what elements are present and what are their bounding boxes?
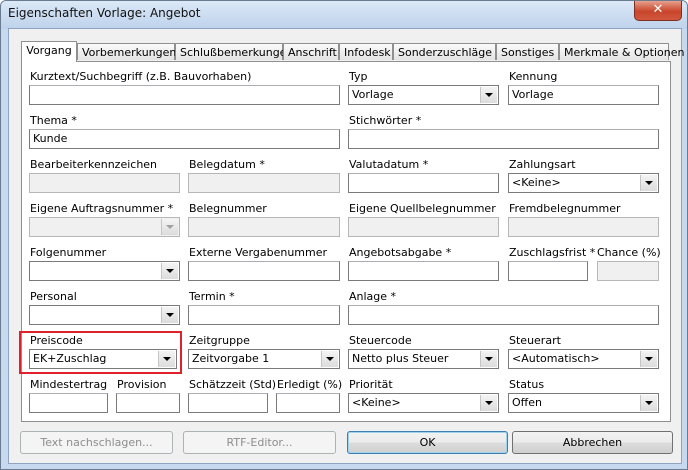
chevron-down-icon[interactable]: [640, 351, 657, 367]
abbrechen-button[interactable]: Abbrechen: [512, 431, 673, 454]
zahlungsart-value: <Keine>: [512, 176, 561, 189]
anlage-input[interactable]: [348, 305, 659, 325]
chevron-down-icon[interactable]: [640, 175, 657, 191]
mindestertrag-label: Mindestertrag: [30, 378, 108, 391]
chevron-down-icon[interactable]: [480, 351, 497, 367]
fremdbelegnummer-input: [508, 217, 659, 237]
tab-sonderzuschlaege[interactable]: Sonderzuschläge: [393, 43, 496, 60]
bearbeiterkennzeichen-label: Bearbeiterkennzeichen: [30, 158, 158, 171]
zahlungsart-select[interactable]: <Keine>: [508, 173, 659, 193]
schaetzzeit-label: Schätzzeit (Std): [189, 378, 277, 391]
ok-button[interactable]: OK: [347, 431, 508, 454]
zeitgruppe-value: Zeitvorgabe 1: [192, 352, 270, 365]
angebotsabgabe-label: Angebotsabgabe *: [349, 246, 452, 259]
preiscode-label: Preiscode: [30, 334, 83, 347]
folgenummer-label: Folgenummer: [30, 246, 107, 259]
kennung-input[interactable]: Vorlage: [508, 85, 659, 105]
belegnummer-input: [188, 217, 340, 237]
thema-label: Thema *: [30, 114, 77, 127]
typ-value: Vorlage: [352, 88, 394, 101]
tab-merkmale-optionen[interactable]: Merkmale & Optionen: [559, 43, 684, 60]
chevron-down-icon[interactable]: [480, 87, 497, 103]
tab-vorgang[interactable]: Vorgang: [21, 41, 77, 62]
termin-input[interactable]: [188, 305, 340, 325]
steuerart-select[interactable]: <Automatisch>: [508, 349, 659, 369]
personal-select[interactable]: [29, 305, 180, 325]
text-nachschlagen-button[interactable]: Text nachschlagen...: [20, 431, 173, 454]
steuercode-select[interactable]: Netto plus Steuer: [348, 349, 499, 369]
personal-label: Personal: [30, 290, 77, 303]
rtf-editor-button[interactable]: RTF-Editor...: [183, 431, 336, 454]
erledigt-input[interactable]: [276, 393, 340, 413]
belegdatum-label: Belegdatum *: [189, 158, 265, 171]
zahlungsart-label: Zahlungsart: [509, 158, 576, 171]
properties-dialog: Eigenschaften Vorlage: Angebot ✕ Vorgang…: [0, 0, 688, 470]
close-icon: ✕: [652, 2, 664, 17]
steuercode-label: Steuercode: [349, 334, 412, 347]
prioritaet-value: <Keine>: [352, 396, 401, 409]
zeitgruppe-select[interactable]: Zeitvorgabe 1: [188, 349, 340, 369]
angebotsabgabe-input[interactable]: [348, 261, 499, 281]
preiscode-select[interactable]: EK+Zuschlag: [29, 349, 177, 369]
belegnummer-label: Belegnummer: [189, 202, 267, 215]
typ-select[interactable]: Vorlage: [348, 85, 499, 105]
eigene-quellbelegnummer-label: Eigene Quellbelegnummer: [349, 202, 496, 215]
bearbeiterkennzeichen-input: [29, 173, 180, 193]
stichwoerter-input[interactable]: [348, 129, 659, 149]
kurztext-label: Kurztext/Suchbegriff (z.B. Bauvorhaben): [30, 70, 252, 83]
termin-label: Termin *: [189, 290, 235, 303]
chance-label: Chance (%): [597, 246, 661, 259]
provision-label: Provision: [117, 378, 167, 391]
folgenummer-select[interactable]: [29, 261, 180, 281]
title-bar[interactable]: Eigenschaften Vorlage: Angebot ✕: [1, 1, 687, 28]
prioritaet-select[interactable]: <Keine>: [348, 393, 499, 413]
status-label: Status: [509, 378, 545, 391]
chevron-down-icon[interactable]: [161, 263, 178, 279]
prioritaet-label: Priorität: [349, 378, 393, 391]
erledigt-label: Erledigt (%): [277, 378, 343, 391]
steuerart-label: Steuerart: [509, 334, 561, 347]
zuschlagsfrist-label: Zuschlagsfrist *: [509, 246, 596, 259]
kurztext-input[interactable]: [29, 85, 340, 105]
steuerart-value: <Automatisch>: [512, 352, 600, 365]
belegdatum-input: [188, 173, 340, 193]
anlage-label: Anlage *: [349, 290, 397, 303]
zuschlagsfrist-input[interactable]: [508, 261, 588, 281]
kennung-label: Kennung: [509, 70, 558, 83]
valutadatum-label: Valutadatum *: [349, 158, 429, 171]
window-title: Eigenschaften Vorlage: Angebot: [8, 6, 201, 20]
chevron-down-icon[interactable]: [321, 351, 338, 367]
tab-sonstiges[interactable]: Sonstiges: [496, 43, 559, 60]
eigene-auftragsnummer-label: Eigene Auftragsnummer *: [30, 202, 174, 215]
chevron-down-icon[interactable]: [640, 395, 657, 411]
tab-schlussbemerkungen[interactable]: Schlußbemerkungen: [175, 43, 293, 60]
close-button[interactable]: ✕: [634, 1, 682, 21]
typ-label: Typ: [349, 70, 368, 83]
stichwoerter-label: Stichwörter *: [349, 114, 422, 127]
chevron-down-icon[interactable]: [158, 351, 175, 367]
chance-input: [597, 261, 659, 281]
provision-input[interactable]: [116, 393, 180, 413]
chevron-down-icon: [161, 219, 178, 235]
preiscode-value: EK+Zuschlag: [33, 352, 107, 365]
eigene-quellbelegnummer-input: [348, 217, 499, 237]
externe-vergabenummer-label: Externe Vergabenummer: [189, 246, 328, 259]
zeitgruppe-label: Zeitgruppe: [189, 334, 250, 347]
steuercode-value: Netto plus Steuer: [352, 352, 449, 365]
externe-vergabenummer-input[interactable]: [188, 261, 340, 281]
thema-input[interactable]: Kunde: [29, 129, 340, 149]
chevron-down-icon[interactable]: [480, 395, 497, 411]
status-value: Offen: [512, 396, 542, 409]
mindestertrag-input[interactable]: [29, 393, 108, 413]
schaetzzeit-input[interactable]: [188, 393, 268, 413]
tab-vorbemerkungen[interactable]: Vorbemerkungen: [77, 43, 176, 60]
valutadatum-input[interactable]: [348, 173, 499, 193]
chevron-down-icon[interactable]: [161, 307, 178, 323]
fremdbelegnummer-label: Fremdbelegnummer: [509, 202, 621, 215]
eigene-auftragsnummer-select: [29, 217, 180, 237]
tab-anschrift[interactable]: Anschrift: [283, 43, 339, 60]
status-select[interactable]: Offen: [508, 393, 659, 413]
tab-infodesk[interactable]: Infodesk: [339, 43, 393, 60]
